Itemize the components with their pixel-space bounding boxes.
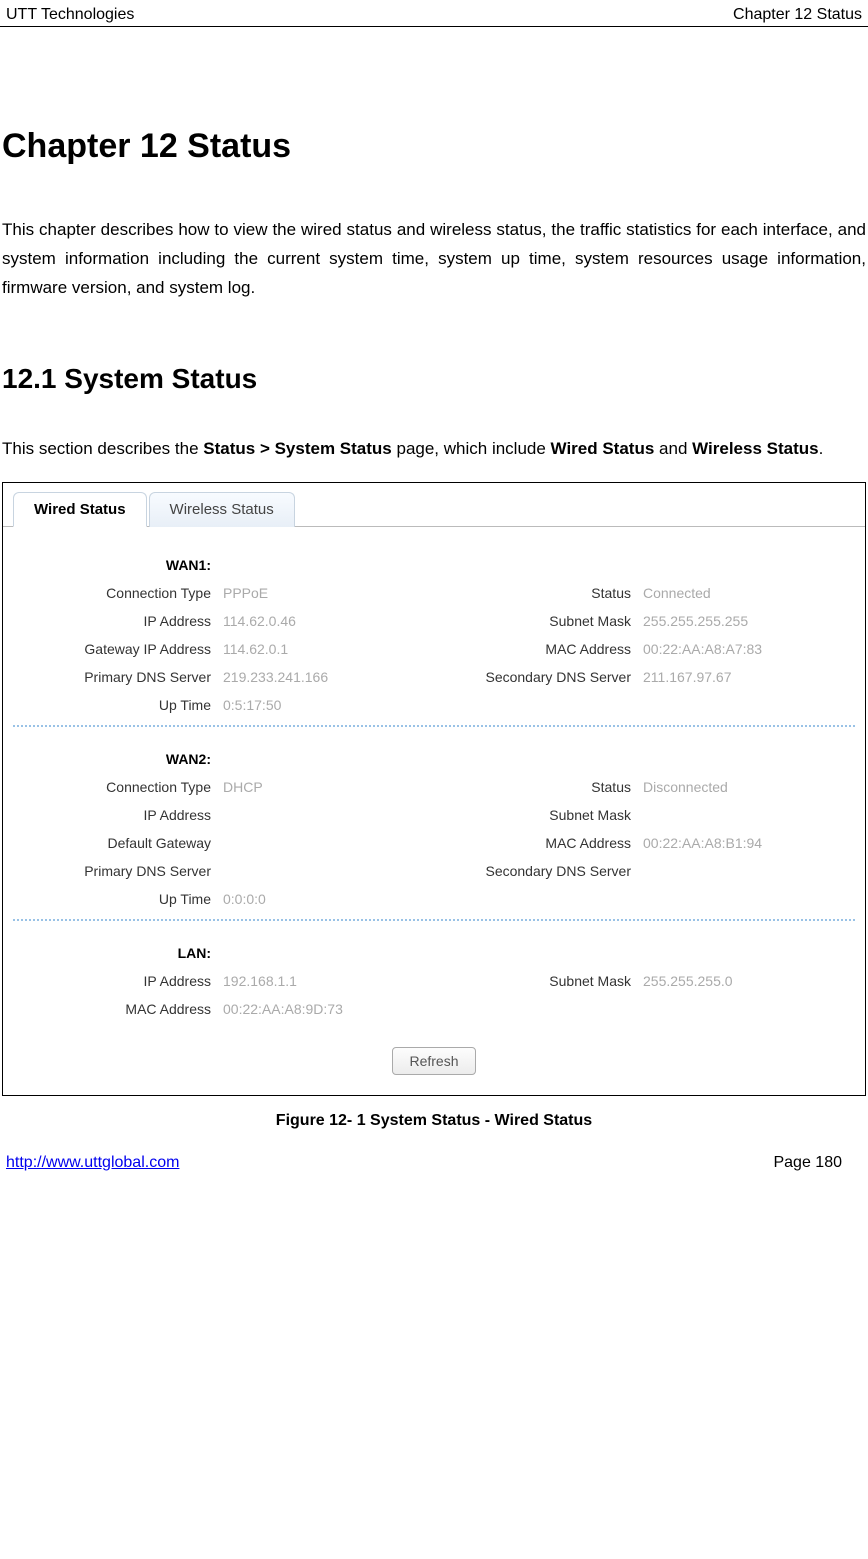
label: Secondary DNS Server [443,669,643,685]
value: 00:22:AA:A8:9D:73 [223,1001,443,1017]
section-intro-bold-wireless: Wireless Status [692,439,818,458]
value: 114.62.0.1 [223,641,443,657]
footer-page-number: Page 180 [773,1154,842,1172]
label: Subnet Mask [443,973,643,989]
footer-url[interactable]: http://www.uttglobal.com [6,1154,179,1172]
label: MAC Address [23,1001,223,1017]
label: MAC Address [443,641,643,657]
table-row: Gateway IP Address 114.62.0.1 MAC Addres… [23,641,845,657]
section-intro-bold-path: Status > System Status [203,439,392,458]
value: 255.255.255.0 [643,973,823,989]
lan-block: LAN: IP Address 192.168.1.1 Subnet Mask … [3,945,865,1017]
label: Up Time [23,697,223,713]
header-right: Chapter 12 Status [733,6,862,24]
label: Subnet Mask [443,613,643,629]
label: Default Gateway [23,835,223,851]
section-intro-bold-wired: Wired Status [551,439,655,458]
table-row: Primary DNS Server 219.233.241.166 Secon… [23,669,845,685]
label: Secondary DNS Server [443,863,643,879]
label: IP Address [23,613,223,629]
refresh-button[interactable]: Refresh [392,1047,475,1075]
value: Connected [643,585,823,601]
section-title: 12.1 System Status [2,363,866,395]
wan1-block: WAN1: Connection Type PPPoE Status Conne… [3,557,865,713]
status-screenshot: Wired Status Wireless Status WAN1: Conne… [2,482,866,1096]
page-header: UTT Technologies Chapter 12 Status [0,0,868,27]
chapter-intro: This chapter describes how to view the w… [2,216,866,303]
value: 211.167.97.67 [643,669,823,685]
label: Status [443,585,643,601]
section-intro: This section describes the Status > Syst… [2,435,866,464]
table-row: Primary DNS Server Secondary DNS Server [23,863,845,879]
label: Gateway IP Address [23,641,223,657]
section-intro-text: . [819,439,824,458]
label: Primary DNS Server [23,863,223,879]
table-row: MAC Address 00:22:AA:A8:9D:73 [23,1001,845,1017]
value: 219.233.241.166 [223,669,443,685]
table-row: Default Gateway MAC Address 00:22:AA:A8:… [23,835,845,851]
label: Up Time [23,891,223,907]
value: 255.255.255.255 [643,613,823,629]
tab-wired-status[interactable]: Wired Status [13,492,147,527]
label: Connection Type [23,779,223,795]
section-intro-text: page, which include [392,439,551,458]
value: 192.168.1.1 [223,973,443,989]
table-row: Connection Type DHCP Status Disconnected [23,779,845,795]
section-intro-text: This section describes the [2,439,203,458]
tabs: Wired Status Wireless Status [3,491,865,527]
table-row: IP Address 192.168.1.1 Subnet Mask 255.2… [23,973,845,989]
value: DHCP [223,779,443,795]
label: Primary DNS Server [23,669,223,685]
label: Subnet Mask [443,807,643,823]
wan2-title: WAN2: [23,751,223,767]
lan-title: LAN: [23,945,223,961]
value: 00:22:AA:A8:B1:94 [643,835,823,851]
separator [13,919,855,921]
separator [13,725,855,727]
figure-caption: Figure 12- 1 System Status - Wired Statu… [2,1112,866,1130]
value: Disconnected [643,779,823,795]
value: 0:5:17:50 [223,697,443,713]
header-left: UTT Technologies [6,6,134,24]
table-row: Connection Type PPPoE Status Connected [23,585,845,601]
value: PPPoE [223,585,443,601]
value: 0:0:0:0 [223,891,443,907]
table-row: Up Time 0:0:0:0 [23,891,845,907]
label: MAC Address [443,835,643,851]
tab-wireless-status[interactable]: Wireless Status [149,492,295,527]
wan2-block: WAN2: Connection Type DHCP Status Discon… [3,751,865,907]
section-intro-text: and [654,439,692,458]
label: IP Address [23,973,223,989]
value: 114.62.0.46 [223,613,443,629]
footer: http://www.uttglobal.com Page 180 [0,1140,868,1182]
table-row: Up Time 0:5:17:50 [23,697,845,713]
chapter-title: Chapter 12 Status [2,127,866,166]
table-row: IP Address 114.62.0.46 Subnet Mask 255.2… [23,613,845,629]
refresh-row: Refresh [3,1047,865,1075]
wan1-title: WAN1: [23,557,223,573]
table-row: IP Address Subnet Mask [23,807,845,823]
label: Status [443,779,643,795]
value: 00:22:AA:A8:A7:83 [643,641,823,657]
label: IP Address [23,807,223,823]
label: Connection Type [23,585,223,601]
